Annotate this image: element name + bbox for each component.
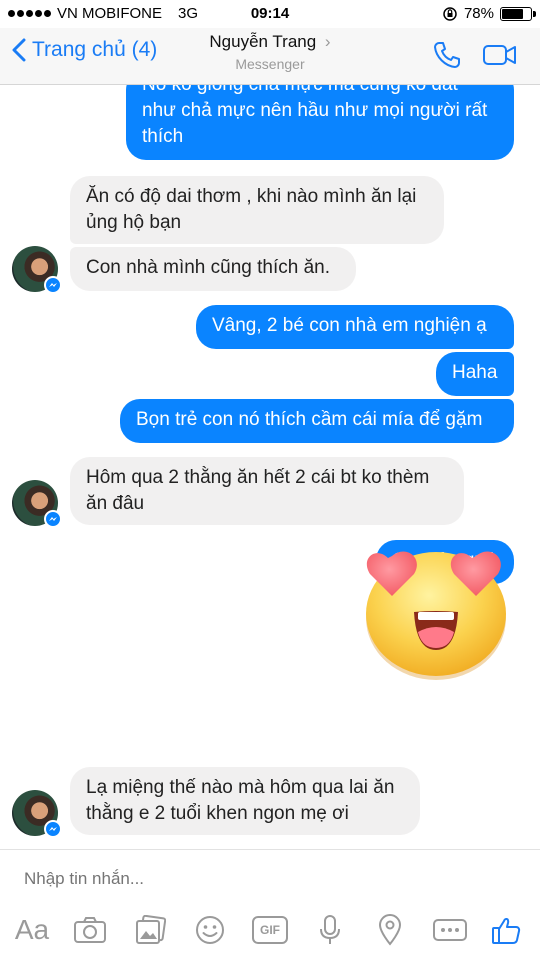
more-dots-icon [433,919,467,941]
smiley-icon [196,916,224,944]
header-actions [432,40,518,70]
thumbs-up-icon [492,917,521,944]
sticker-button[interactable] [192,912,228,948]
heart-eyes-emoji-icon[interactable] [358,528,514,684]
rotation-lock-icon [443,6,457,21]
gif-label: GIF [260,923,280,937]
status-right: 78% [442,5,536,22]
avatar[interactable] [12,790,62,838]
message-bubble-incoming[interactable]: Hôm qua 2 thằng ăn hết 2 cái bt ko thèm … [70,457,464,525]
camera-icon [74,917,106,943]
battery-icon [500,6,536,21]
video-call-icon[interactable] [482,42,518,68]
avatar[interactable] [12,480,62,528]
status-bar: VN MOBIFONE 3G 09:14 78% [0,0,540,28]
microphone-icon [320,915,340,944]
contact-name: Nguyễn Trang [209,32,317,51]
message-bubble-outgoing[interactable]: Haha [436,352,514,396]
messenger-badge-icon [44,276,62,294]
photo-gallery-icon [136,915,166,944]
location-button[interactable] [374,912,406,948]
location-pin-icon [378,914,402,946]
composer: Aa GIF [0,849,540,961]
camera-button[interactable] [72,912,108,948]
text-format-button[interactable]: Aa [12,912,52,948]
gif-button[interactable]: GIF [250,912,290,948]
gif-icon: GIF [252,916,288,944]
message-bubble-outgoing[interactable]: No ko giống chả mực mà cũng ko đát như c… [126,84,514,160]
like-button[interactable] [488,912,524,948]
conversation-header: Trang chủ (4) Nguyễn Trang › Messenger [0,28,540,85]
photo-button[interactable] [132,912,168,948]
microphone-button[interactable] [314,912,346,948]
message-bubble-incoming[interactable]: Ăn có độ dai thơm , khi nào mình ăn lại … [70,176,444,244]
message-bubble-outgoing[interactable]: Bọn trẻ con nó thích cầm cái mía để gặm [120,399,514,443]
messenger-badge-icon [44,510,62,528]
avatar[interactable] [12,246,62,294]
text-format-label: Aa [14,914,50,945]
chevron-right-icon: › [324,32,331,51]
battery-percent: 78% [463,5,494,22]
more-button[interactable] [430,912,470,948]
message-list[interactable]: No ko giống chả mực mà cũng ko đát như c… [0,84,540,849]
messenger-badge-icon [44,820,62,838]
phone-icon[interactable] [432,40,462,70]
message-bubble-incoming[interactable]: Con nhà mình cũng thích ăn. [70,247,356,291]
message-input[interactable] [22,868,506,890]
message-bubble-incoming[interactable]: Lạ miệng thế nào mà hôm qua lai ăn thằng… [70,767,420,835]
message-bubble-outgoing[interactable]: Vâng, 2 bé con nhà em nghiện ạ [196,305,514,349]
composer-toolbar: Aa GIF [0,912,540,952]
